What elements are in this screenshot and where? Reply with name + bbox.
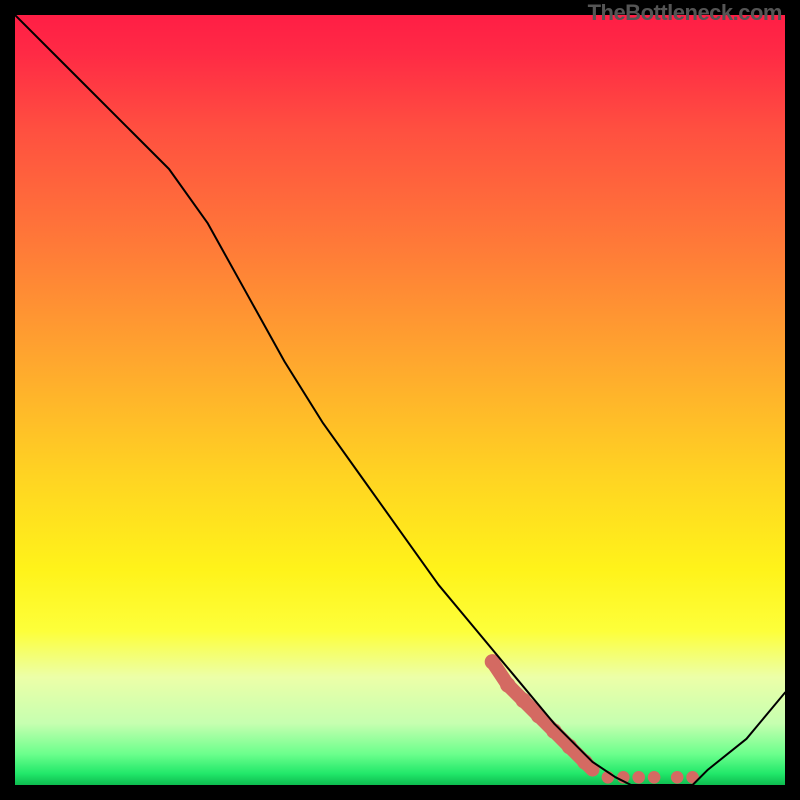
highlight-dot: [648, 771, 661, 784]
highlight-dot: [632, 771, 645, 784]
highlight-dot: [516, 693, 531, 708]
plot-area: [15, 15, 785, 785]
highlight-dot: [546, 723, 561, 738]
highlight-dot: [671, 771, 684, 784]
highlight-dot: [562, 739, 577, 754]
chart-svg: [15, 15, 785, 785]
highlight-dot: [500, 677, 515, 692]
watermark-label: TheBottleneck.com: [588, 0, 782, 26]
chart-container: TheBottleneck.com: [0, 0, 800, 800]
